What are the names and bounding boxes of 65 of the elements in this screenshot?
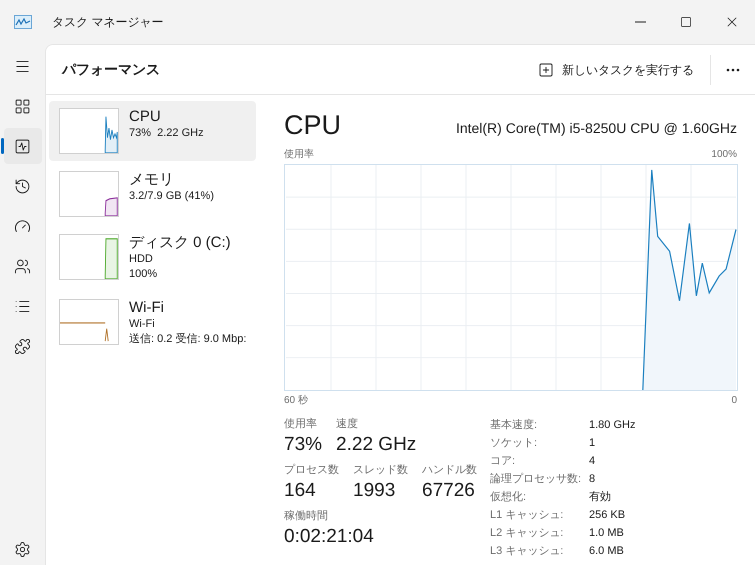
device-item[interactable]: CPU 73% 2.22 GHz [49, 101, 256, 161]
device-name: CPU [129, 108, 162, 126]
time-span-label: 60 秒 [284, 394, 308, 408]
device-item[interactable]: メモリ 3.2/7.9 GB (41%) [49, 164, 256, 224]
stat-value: 67726 [422, 479, 476, 503]
spec-label: コア: [490, 454, 516, 469]
stat-value: 1993 [353, 479, 396, 503]
device-detail: 送信: 0.2 受信: 9.0 Mbp: [129, 332, 246, 347]
settings-icon [14, 540, 31, 558]
stat-value: 73% [284, 433, 322, 457]
device-name: Wi-Fi [129, 299, 165, 317]
spec-value: 6.0 MB [589, 544, 624, 559]
minimize-icon [634, 21, 646, 23]
device-detail: 100% [129, 267, 158, 282]
maximize-icon [680, 16, 692, 28]
stat-label: 稼働時間 [284, 509, 329, 524]
stat-label: 速度 [336, 416, 360, 432]
grid-icon [14, 98, 31, 114]
chart-label: 使用率 [284, 148, 314, 162]
stat-label: ハンドル数 [422, 463, 477, 478]
add-icon [538, 62, 554, 78]
nav-item[interactable] [4, 128, 42, 164]
spec-value: 1.0 MB [589, 526, 624, 541]
spec-label: 基本速度: [490, 418, 538, 433]
run-new-task-button[interactable]: 新しいタスクを実行する [530, 54, 702, 86]
device-detail: Wi-Fi [129, 317, 156, 332]
device-name: メモリ [129, 171, 175, 189]
spec-value: 8 [589, 472, 596, 487]
gauge-icon [14, 218, 31, 234]
device-detail: 73% 2.22 GHz [129, 126, 204, 141]
device-item[interactable]: Wi-Fi Wi-Fi 送信: 0.2 受信: 9.0 Mbp: [49, 292, 256, 354]
stat-label: スレッド数 [353, 463, 408, 478]
spec-label: L1 キャッシュ: [490, 508, 564, 523]
stat-value: 2.22 GHz [336, 433, 416, 457]
more-icon [726, 68, 740, 72]
time-end-label: 0 [731, 394, 737, 408]
stat-label: 使用率 [284, 416, 318, 432]
puzzle-icon [14, 338, 31, 354]
device-detail: HDD [129, 252, 154, 267]
page-title: パフォーマンス [62, 60, 160, 79]
spec-label: 論理プロセッサ数: [490, 472, 582, 487]
spec-label: L3 キャッシュ: [490, 544, 564, 559]
app-icon [14, 15, 32, 29]
device-title: CPU [284, 109, 342, 141]
spec-value: 4 [589, 454, 596, 469]
spec-value: 1.80 GHz [589, 418, 636, 433]
spec-value: 256 KB [589, 508, 626, 523]
window-title: タスク マネージャー [52, 14, 164, 31]
spec-value: 1 [589, 436, 596, 451]
spec-label: 仮想化: [490, 490, 528, 505]
stat-value: 0:02:21:04 [284, 525, 374, 549]
chart-max-label: 100% [711, 148, 737, 162]
spec-value: 有効 [589, 490, 611, 505]
users-icon [14, 258, 31, 274]
device-item[interactable]: ディスク 0 (C:) HDD 100% [49, 227, 256, 289]
spec-label: L2 キャッシュ: [490, 526, 564, 541]
pulse-icon [14, 138, 31, 154]
stat-label: プロセス数 [284, 462, 339, 478]
selection-indicator [0, 138, 4, 154]
spec-label: ソケット: [490, 436, 538, 451]
device-name: ディスク 0 (C:) [129, 234, 231, 252]
stat-value: 164 [284, 479, 317, 503]
device-detail: 3.2/7.9 GB (41%) [129, 189, 214, 204]
history-icon [14, 178, 31, 194]
processor-model: Intel(R) Core(TM) i5-8250U CPU @ 1.60GHz [456, 119, 737, 138]
